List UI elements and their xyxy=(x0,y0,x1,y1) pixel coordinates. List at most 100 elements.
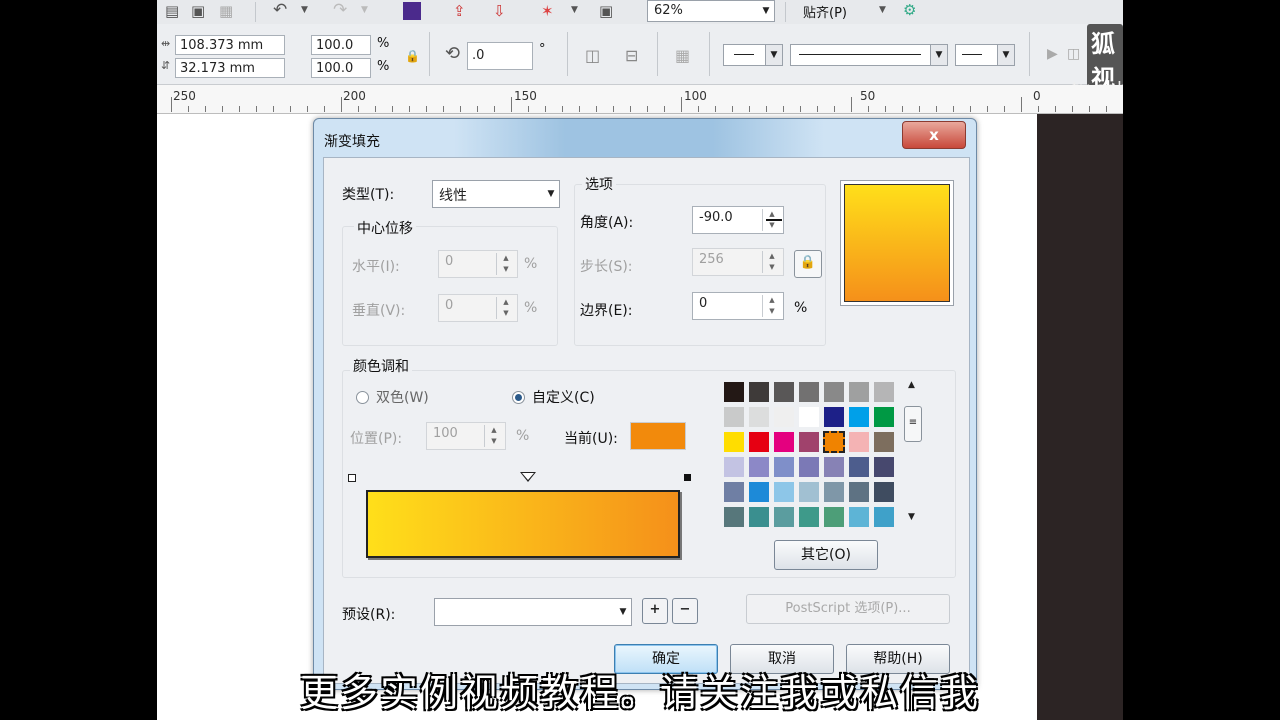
color-swatch[interactable] xyxy=(873,431,895,453)
end-arrow-combo[interactable]: ▼ xyxy=(955,44,1015,66)
color-swatch[interactable] xyxy=(848,431,870,453)
end-node[interactable] xyxy=(684,474,691,481)
snap-dropdown-icon[interactable]: ▼ xyxy=(879,0,886,20)
spin-icon[interactable]: ▲ ▼ xyxy=(496,253,515,275)
zoom-combo[interactable]: 62% ▼ xyxy=(647,0,775,22)
color-swatch[interactable] xyxy=(873,506,895,528)
scale-y-field[interactable]: 100.0 xyxy=(311,58,371,78)
start-arrow-combo[interactable]: ▼ xyxy=(723,44,783,66)
spin-icon[interactable]: ▲ ▼ xyxy=(762,295,781,317)
options-icon[interactable]: ⚙ xyxy=(903,0,916,20)
add-preset-button[interactable]: + xyxy=(642,598,668,624)
color-swatch[interactable] xyxy=(773,481,795,503)
color-swatch[interactable] xyxy=(723,431,745,453)
vertical-field[interactable]: 0 ▲ ▼ xyxy=(438,294,518,322)
color-swatch[interactable] xyxy=(748,506,770,528)
color-swatch[interactable] xyxy=(823,481,845,503)
mirror-vertical-icon[interactable]: ⊟ xyxy=(625,46,638,66)
close-button[interactable]: x xyxy=(902,121,966,149)
color-swatch[interactable] xyxy=(873,381,895,403)
color-swatch[interactable] xyxy=(873,406,895,428)
color-swatch[interactable] xyxy=(798,381,820,403)
color-swatch[interactable] xyxy=(848,481,870,503)
others-button[interactable]: 其它(O) xyxy=(774,540,878,570)
steps-field[interactable]: 256 ▲ ▼ xyxy=(692,248,784,276)
color-swatch[interactable] xyxy=(798,406,820,428)
current-color-swatch[interactable] xyxy=(630,422,686,450)
position-field[interactable]: 100 ▲ ▼ xyxy=(426,422,506,450)
lock-ratio-icon[interactable]: 🔒 xyxy=(405,46,420,66)
color-swatch[interactable] xyxy=(798,481,820,503)
color-swatch[interactable] xyxy=(823,381,845,403)
more-icon[interactable]: ◫ xyxy=(1067,44,1080,64)
color-swatch[interactable] xyxy=(723,481,745,503)
color-swatch[interactable] xyxy=(748,381,770,403)
height-field[interactable]: 32.173 mm xyxy=(175,58,285,78)
scale-x-field[interactable]: 100.0 xyxy=(311,35,371,55)
spin-icon[interactable]: ▲ ▼ xyxy=(484,425,503,447)
scroll-down-icon[interactable]: ▼ xyxy=(908,512,915,522)
edge-field[interactable]: 0 ▲ ▼ xyxy=(692,292,784,320)
width-field[interactable]: 108.373 mm xyxy=(175,35,285,55)
type-select[interactable]: 线性 ▼ xyxy=(432,180,560,208)
lock-icon[interactable]: 🔒 xyxy=(794,250,822,278)
line-style-combo[interactable]: ▼ xyxy=(790,44,948,66)
mirror-horizontal-icon[interactable]: ◫ xyxy=(585,46,600,66)
spin-icon[interactable]: ▲ ▼ xyxy=(496,297,515,319)
color-swatch[interactable] xyxy=(798,456,820,478)
color-swatch[interactable] xyxy=(748,456,770,478)
spin-icon[interactable]: ▲ ▼ xyxy=(762,251,781,273)
custom-radio[interactable] xyxy=(512,391,525,404)
remove-preset-button[interactable]: − xyxy=(672,598,698,624)
rotation-field[interactable]: .0 xyxy=(467,42,533,70)
chevron-down-icon[interactable]: ▼ xyxy=(758,1,774,21)
color-swatch[interactable] xyxy=(823,456,845,478)
redo-dropdown-icon[interactable]: ▼ xyxy=(361,0,368,20)
palette-scrollbar[interactable]: ▲ ≡ ▼ xyxy=(902,380,924,530)
color-swatch[interactable] xyxy=(798,431,820,453)
color-swatch[interactable] xyxy=(798,506,820,528)
color-swatch[interactable] xyxy=(723,456,745,478)
presets-select[interactable]: ▼ xyxy=(434,598,632,626)
wrap-text-icon[interactable]: ▦ xyxy=(675,46,690,66)
play-icon[interactable]: ▶ xyxy=(1047,44,1058,64)
color-swatch[interactable] xyxy=(823,406,845,428)
color-swatch[interactable] xyxy=(848,456,870,478)
publish-icon[interactable]: ⇩ xyxy=(493,1,506,21)
color-swatch[interactable] xyxy=(748,481,770,503)
color-swatch[interactable] xyxy=(873,481,895,503)
color-swatch[interactable] xyxy=(748,431,770,453)
launcher-dropdown-icon[interactable]: ▼ xyxy=(571,0,578,20)
color-swatch[interactable] xyxy=(773,506,795,528)
postscript-options-button[interactable]: PostScript 选项(P)... xyxy=(746,594,950,624)
color-swatch[interactable] xyxy=(723,506,745,528)
color-swatch[interactable] xyxy=(723,381,745,403)
scroll-up-icon[interactable]: ▲ xyxy=(908,380,915,390)
chevron-down-icon[interactable]: ▼ xyxy=(615,599,631,625)
color-swatch[interactable] xyxy=(748,406,770,428)
two-color-label[interactable]: 双色(W) xyxy=(376,387,429,407)
export-icon[interactable]: ⇪ xyxy=(453,1,466,21)
horizontal-field[interactable]: 0 ▲ ▼ xyxy=(438,250,518,278)
import-icon[interactable] xyxy=(403,2,421,20)
color-swatch[interactable] xyxy=(848,406,870,428)
paste-icon[interactable]: ▦ xyxy=(219,1,233,21)
chevron-down-icon[interactable]: ▼ xyxy=(765,45,782,65)
color-swatch[interactable] xyxy=(848,381,870,403)
gradient-bar[interactable] xyxy=(366,490,680,558)
welcome-icon[interactable]: ▣ xyxy=(599,1,613,21)
color-swatch[interactable] xyxy=(773,456,795,478)
chevron-down-icon[interactable]: ▼ xyxy=(543,181,559,207)
undo-dropdown-icon[interactable]: ▼ xyxy=(301,0,308,20)
launcher-icon[interactable]: ✶ xyxy=(541,1,554,21)
chevron-down-icon[interactable]: ▼ xyxy=(930,45,947,65)
color-swatch[interactable] xyxy=(723,406,745,428)
start-node[interactable] xyxy=(348,474,356,482)
page-icon[interactable]: ▤ xyxy=(165,1,179,21)
custom-label[interactable]: 自定义(C) xyxy=(532,387,595,407)
undo-icon[interactable]: ↶ xyxy=(273,0,287,20)
color-swatch[interactable] xyxy=(823,431,845,453)
snap-menu[interactable]: 贴齐(P) xyxy=(803,2,847,21)
color-swatch[interactable] xyxy=(773,406,795,428)
document-icon[interactable]: ▣ xyxy=(191,1,205,21)
